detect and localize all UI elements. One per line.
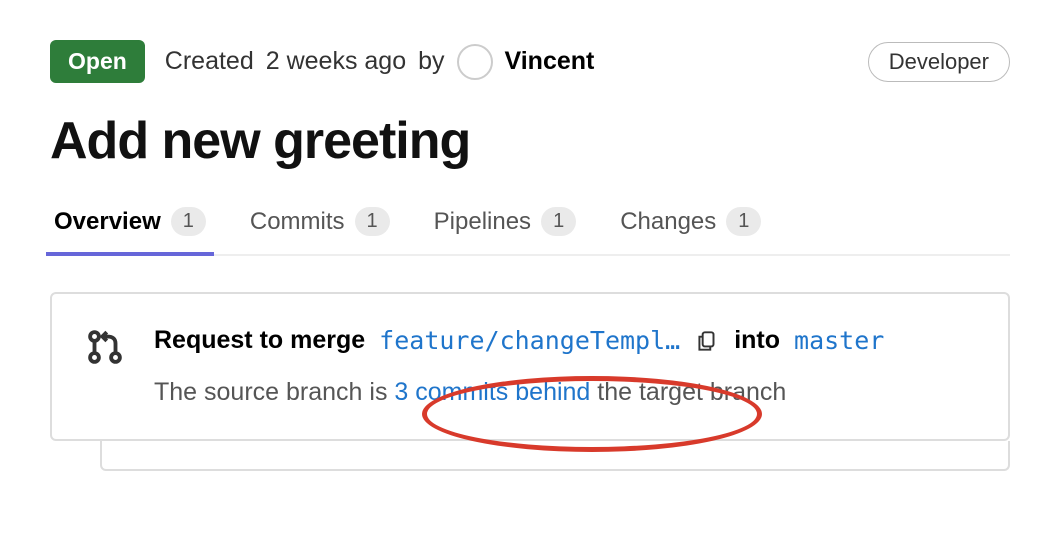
merge-request-icon xyxy=(84,326,126,373)
avatar[interactable] xyxy=(457,44,493,80)
created-prefix: Created xyxy=(165,47,254,76)
tabs: Overview 1 Commits 1 Pipelines 1 Changes… xyxy=(50,207,1010,256)
page-title: Add new greeting xyxy=(50,111,1010,171)
behind-suffix: the target branch xyxy=(590,378,786,406)
behind-prefix: The source branch is xyxy=(154,378,394,406)
tab-overview[interactable]: Overview 1 xyxy=(50,207,210,254)
tab-pipelines[interactable]: Pipelines 1 xyxy=(430,207,581,254)
tab-label: Overview xyxy=(54,208,161,236)
tab-count: 1 xyxy=(171,207,206,236)
tab-count: 1 xyxy=(541,207,576,236)
branch-behind-text: The source branch is 3 commits behind th… xyxy=(154,374,884,412)
status-badge: Open xyxy=(50,40,145,83)
created-time[interactable]: 2 weeks ago xyxy=(266,47,406,76)
tab-commits[interactable]: Commits 1 xyxy=(246,207,394,254)
merge-request-label: Request to merge xyxy=(154,322,365,360)
commits-behind-link[interactable]: 3 commits behind xyxy=(394,378,590,406)
tab-label: Commits xyxy=(250,208,345,236)
tab-label: Pipelines xyxy=(434,208,531,236)
source-branch-link[interactable]: feature/changeTempl… xyxy=(379,322,680,360)
target-branch-link[interactable]: master xyxy=(794,322,884,360)
merge-title-row: Request to merge feature/changeTempl… in… xyxy=(154,322,884,360)
tab-count: 1 xyxy=(355,207,390,236)
into-label: into xyxy=(734,322,780,360)
copy-branch-icon[interactable] xyxy=(694,328,720,354)
tab-count: 1 xyxy=(726,207,761,236)
mr-header: Open Created 2 weeks ago by Vincent Deve… xyxy=(50,40,1010,83)
author-link[interactable]: Vincent xyxy=(505,47,595,76)
created-by: by xyxy=(418,47,444,76)
created-info: Created 2 weeks ago by Vincent xyxy=(165,44,848,80)
tab-label: Changes xyxy=(620,208,716,236)
next-section-box xyxy=(100,441,1010,471)
role-badge: Developer xyxy=(868,42,1010,82)
merge-request-box: Request to merge feature/changeTempl… in… xyxy=(50,292,1010,441)
tab-changes[interactable]: Changes 1 xyxy=(616,207,765,254)
